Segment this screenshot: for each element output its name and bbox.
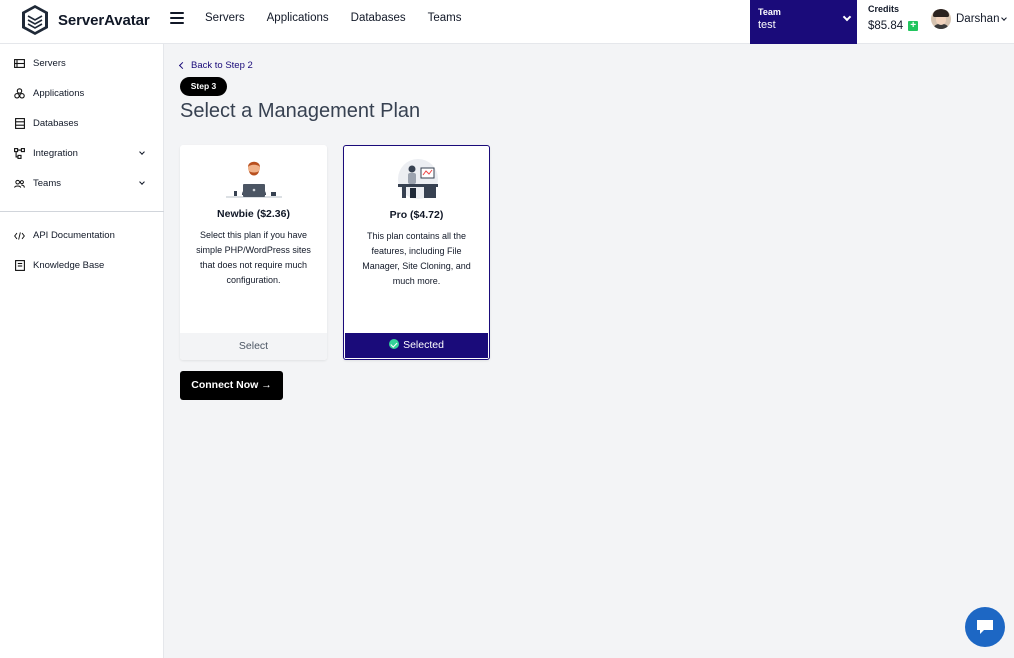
selected-plan-button[interactable]: Selected [345, 333, 488, 358]
chat-bubble-icon [977, 620, 993, 634]
sidebar-item-teams[interactable]: Teams [14, 178, 150, 189]
team-selector[interactable]: Team test [750, 0, 857, 44]
user-name: Darshan [956, 13, 1000, 25]
sidebar-item-integration[interactable]: Integration [14, 148, 150, 159]
credits: Credits $85.84 + [868, 4, 919, 32]
plan-description: This plan contains all the features, inc… [362, 231, 471, 286]
chat-widget-button[interactable] [965, 607, 1005, 647]
server-icon [14, 58, 25, 69]
app-name: ServerAvatar [58, 11, 150, 29]
team-icon [14, 178, 25, 189]
sidebar-item-api-documentation[interactable]: API Documentation [14, 230, 150, 241]
top-nav: Servers Applications Databases Teams [205, 12, 484, 24]
sidebar-item-label: Applications [33, 88, 85, 99]
logo[interactable]: ServerAvatar [20, 4, 150, 36]
topnav-servers[interactable]: Servers [205, 12, 245, 24]
chevron-left-icon [178, 61, 187, 70]
code-icon [14, 230, 25, 241]
sidebar-item-servers[interactable]: Servers [14, 58, 150, 69]
plan-card-pro[interactable]: Pro ($4.72) This plan contains all the f… [343, 145, 490, 360]
select-plan-button[interactable]: Select [180, 333, 327, 360]
sidebar-divider [0, 211, 164, 212]
user-menu[interactable]: Darshan [931, 9, 1008, 29]
credits-value: $85.84 [868, 20, 904, 32]
sidebar-item-label: Servers [33, 58, 66, 69]
topnav-applications[interactable]: Applications [267, 12, 329, 24]
chevron-down-icon [139, 179, 145, 185]
topnav-databases[interactable]: Databases [351, 12, 406, 24]
sidebar-item-label: Knowledge Base [33, 260, 105, 271]
sidebar-item-label: Databases [33, 118, 79, 129]
topnav-teams[interactable]: Teams [428, 12, 462, 24]
connect-now-button[interactable]: Connect Now → [180, 371, 283, 400]
back-link[interactable]: Back to Step 2 [178, 60, 253, 71]
chevron-down-icon [1001, 15, 1008, 21]
database-icon [14, 118, 25, 129]
check-circle-icon [389, 339, 400, 349]
page-title: Select a Management Plan [180, 100, 421, 122]
plan-description: Select this plan if you have simple PHP/… [196, 230, 311, 285]
integration-icon [14, 148, 25, 159]
plan-title: Pro ($4.72) [389, 209, 444, 221]
server-avatar-logo-icon [22, 5, 48, 35]
step-badge: Step 3 [180, 77, 227, 96]
top-bar: ServerAvatar Servers Applications Databa… [0, 0, 1014, 44]
plan-card-newbie[interactable]: Newbie ($2.36) Select this plan if you h… [180, 145, 327, 360]
back-link-label: Back to Step 2 [191, 60, 253, 71]
selected-plan-label: Selected [403, 339, 444, 351]
team-label: Team [758, 7, 781, 17]
team-value: test [758, 19, 776, 31]
credits-label: Credits [868, 4, 900, 14]
avatar [931, 9, 951, 29]
sidebar: Servers Applications Databases Integrati… [0, 44, 164, 658]
book-icon [14, 260, 25, 271]
chevron-down-icon [139, 149, 145, 155]
sidebar-item-label: Integration [33, 148, 78, 159]
add-credits-icon[interactable]: + [908, 21, 919, 31]
plan-title: Newbie ($2.36) [217, 208, 290, 220]
sidebar-item-databases[interactable]: Databases [14, 118, 150, 129]
sidebar-item-label: Teams [33, 178, 61, 189]
applications-icon [14, 88, 25, 99]
developer-desk-illustration-icon [398, 159, 438, 199]
developer-illustration-icon [226, 161, 282, 198]
sidebar-item-label: API Documentation [33, 230, 115, 241]
sidebar-item-applications[interactable]: Applications [14, 88, 150, 99]
menu-toggle-icon[interactable] [170, 12, 184, 26]
sidebar-item-knowledge-base[interactable]: Knowledge Base [14, 260, 150, 271]
